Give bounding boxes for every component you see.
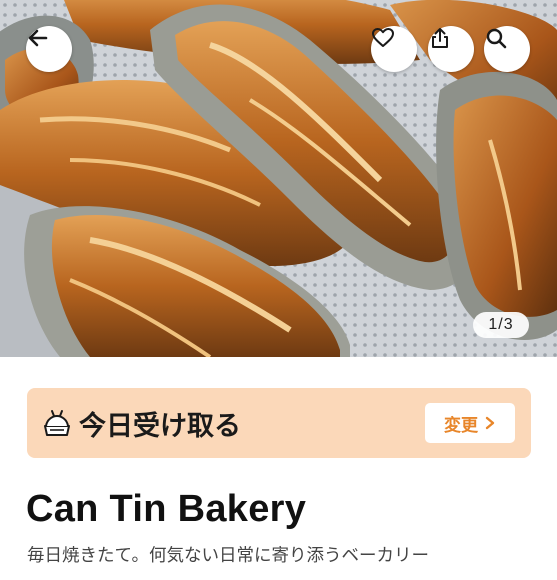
share-button[interactable] (428, 26, 474, 72)
takeout-bag-icon (44, 410, 70, 436)
image-counter: 1/3 (473, 312, 529, 338)
shop-tagline: 毎日焼きたて。何気ない日常に寄り添うベーカリー (27, 546, 429, 566)
heart-icon (372, 28, 394, 47)
hero-image[interactable]: 1/3 (0, 0, 557, 357)
change-button[interactable]: 変更 (425, 403, 515, 443)
shop-name: Can Tin Bakery (26, 488, 307, 530)
pickup-label: 今日受け取る (79, 411, 241, 442)
search-icon (486, 28, 507, 49)
favorite-button[interactable] (371, 26, 417, 72)
chevron-right-icon (485, 416, 495, 430)
shop-detail-screen: 1/3 今日受け取る 変更 Can Tin Bakery 毎日焼きたて。何気ない… (0, 0, 557, 580)
change-button-label: 変更 (444, 415, 478, 436)
back-button[interactable] (26, 26, 72, 72)
arrow-left-icon (28, 29, 48, 47)
search-button[interactable] (484, 26, 530, 72)
share-icon (432, 28, 448, 48)
pickup-option-bar[interactable]: 今日受け取る 変更 (27, 388, 531, 458)
